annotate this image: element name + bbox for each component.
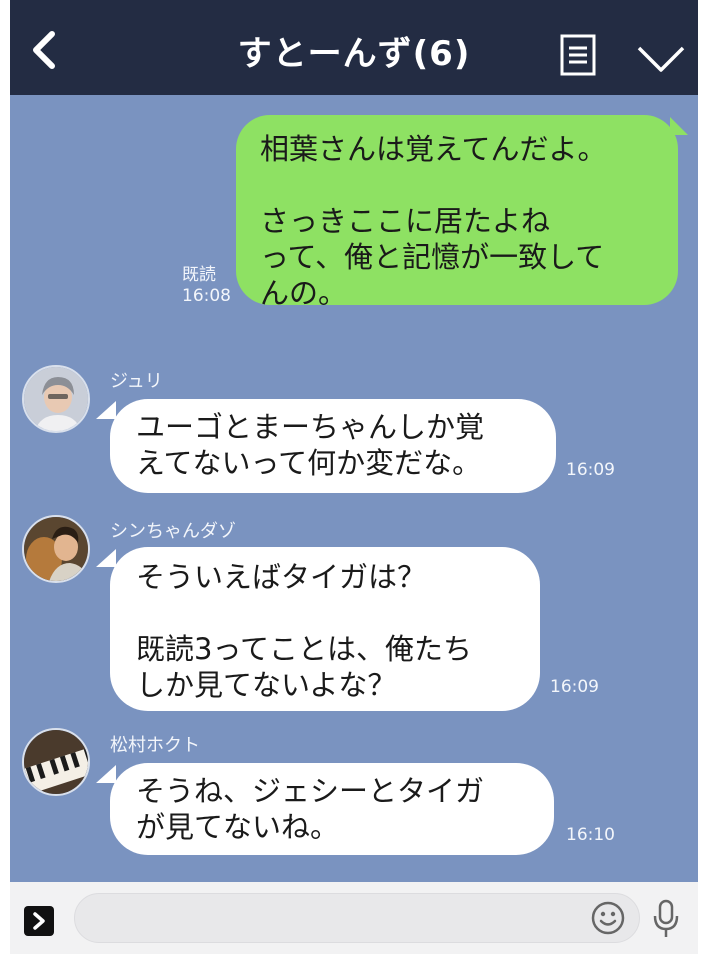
bubble-tail [96,401,116,419]
menu-icon[interactable] [558,34,602,78]
message-bubble[interactable]: ユーゴとまーちゃんしか覚 えてないって何か変だな。 [110,399,556,493]
message-list[interactable]: 相葉さんは覚えてんだよ。 さっきここに居たよね って、俺と記憶が一致して んの。… [10,95,698,882]
chat-screen: すとーんず(6) 相葉さんは覚えてんだよ。 さっきここに居たよね って、俺と記憶… [0,0,703,954]
avatar[interactable] [22,365,90,433]
chevron-down-icon[interactable] [635,40,687,76]
bubble-tail [96,549,116,567]
expand-icon[interactable] [24,906,54,936]
chat-header: すとーんず(6) [10,0,698,95]
sender-name: 松村ホクト [110,735,200,756]
message-input[interactable] [74,893,640,943]
message-time: 16:08 [182,286,231,306]
avatar[interactable] [22,728,90,796]
microphone-icon[interactable] [650,898,682,940]
sender-name: ジュリ [110,371,163,392]
message-bubble[interactable]: そういえばタイガは？ 既読3ってことは、俺たち しか見てないよな？ [110,547,540,711]
message-bubble[interactable]: そうね、ジェシーとタイガ が見てないね。 [110,763,554,855]
message-time: 16:09 [566,460,615,480]
read-receipt: 既読 16:08 [182,265,231,307]
message-input-bar [10,882,698,954]
bubble-tail [670,117,688,135]
message-time: 16:10 [566,825,615,845]
sender-name: シンちゃんダゾ [110,521,236,542]
message-bubble[interactable]: 相葉さんは覚えてんだよ。 さっきここに居たよね って、俺と記憶が一致して んの。 [236,115,678,310]
emoji-icon[interactable] [590,900,626,936]
avatar[interactable] [22,515,90,583]
message-time: 16:09 [550,677,599,697]
bubble-tail [96,765,116,783]
read-label: 既読 [182,265,216,285]
